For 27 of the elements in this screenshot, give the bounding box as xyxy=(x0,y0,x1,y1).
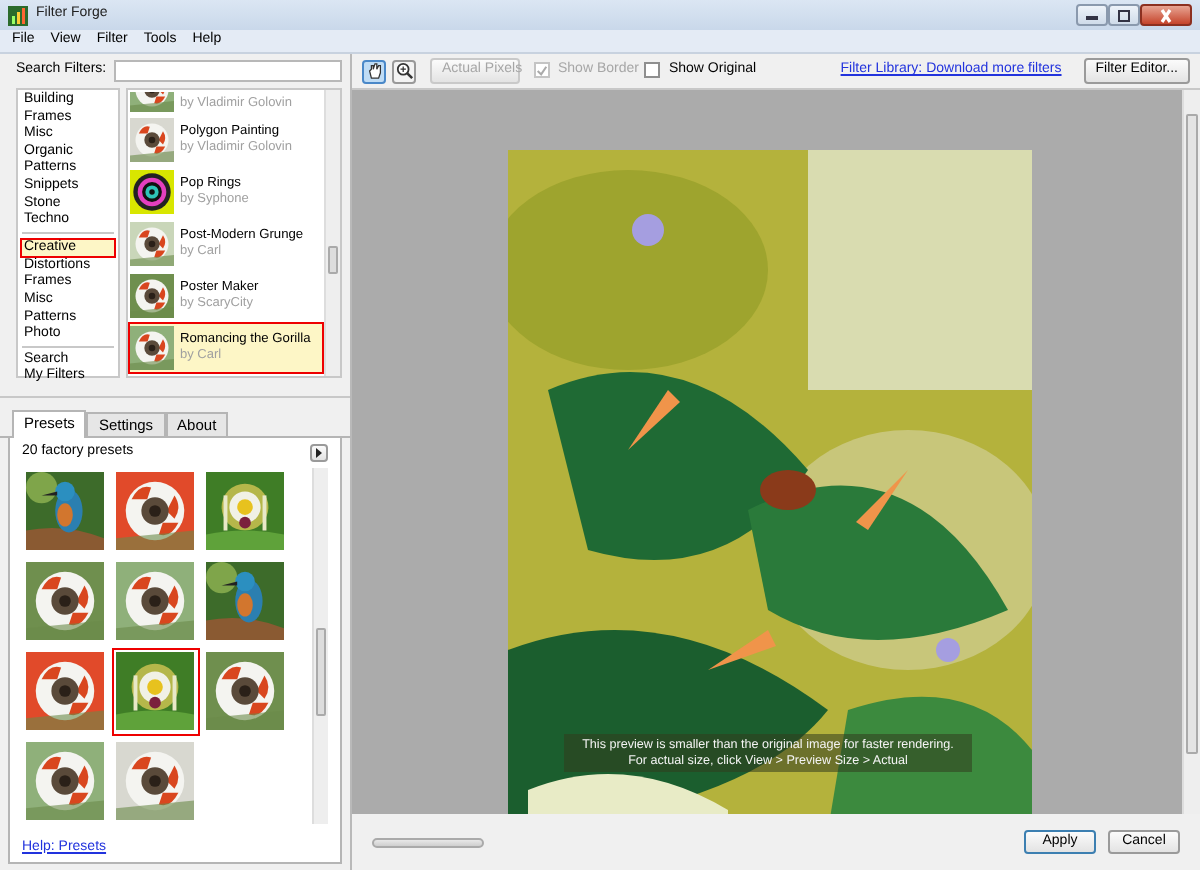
hand-tool-button[interactable] xyxy=(362,59,386,83)
next-button[interactable] xyxy=(310,443,328,462)
play-icon xyxy=(314,447,324,458)
scrollbar[interactable] xyxy=(1182,90,1200,814)
maximize-button[interactable] xyxy=(1108,4,1140,26)
preset-thumbnail[interactable] xyxy=(202,467,290,556)
preset-thumbnail[interactable] xyxy=(22,557,110,646)
zoom-tool-button[interactable] xyxy=(392,59,416,83)
preset-thumbnail[interactable] xyxy=(202,557,290,646)
app-icon xyxy=(8,5,28,25)
minimize-button[interactable] xyxy=(1076,4,1108,26)
scrollbar[interactable] xyxy=(324,90,340,377)
preset-thumbnail[interactable] xyxy=(112,557,200,646)
close-icon xyxy=(1156,5,1176,25)
maximize-icon xyxy=(1114,5,1134,25)
checkbox[interactable] xyxy=(644,62,661,79)
preset-thumbnail[interactable] xyxy=(22,737,110,826)
preset-thumbnail[interactable] xyxy=(22,647,110,736)
search-field[interactable] xyxy=(114,60,342,83)
preset-thumbnail[interactable] xyxy=(112,467,200,556)
preset-thumbnail[interactable] xyxy=(112,647,200,736)
scrollbar[interactable] xyxy=(312,467,328,824)
preset-thumbnail[interactable] xyxy=(22,467,110,556)
close-button[interactable] xyxy=(1140,4,1192,26)
preset-thumbnail[interactable] xyxy=(112,737,200,826)
preset-thumbnail[interactable] xyxy=(202,647,290,736)
horizontal-scrollbar[interactable] xyxy=(372,837,484,847)
